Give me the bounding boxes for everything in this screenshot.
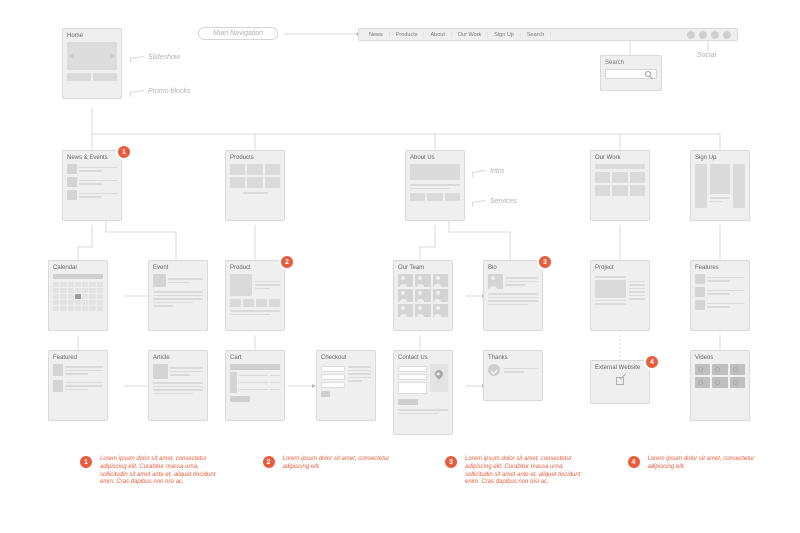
page-title: Checkout [321,355,371,361]
search-popup: Search [600,55,662,91]
footnote-3: 3Lorem ipsum dolor sit amet, consectetur… [445,456,588,487]
page-title: Cart [230,355,280,361]
page-title: Event [153,265,203,271]
page-cart[interactable]: Cart [225,350,285,421]
footnotes: 1Lorem ipsum dolor sit amet, consectetur… [80,456,770,487]
social-icons [687,31,733,39]
page-project[interactable]: Project [590,260,650,331]
page-title: Features [695,265,745,271]
page-title: About Us [410,155,460,161]
page-bio[interactable]: Bio [483,260,543,331]
badge-4: 4 [646,356,658,368]
page-contact-us[interactable]: Contact Us [393,350,453,435]
page-thanks[interactable]: Thanks [483,350,543,401]
badge-1: 1 [118,146,130,158]
annotation-services: Services [472,198,517,205]
footnote-1: 1Lorem ipsum dolor sit amet, consectetur… [80,456,223,487]
badge-2: 2 [281,256,293,268]
search-icon [645,71,651,77]
check-icon [488,364,500,376]
page-title: News & Events [67,155,117,161]
search-popup-title: Search [605,60,657,66]
social-label: Social [697,52,716,59]
footnote-4: 4Lorem ipsum dolor sit amet, consectetur… [628,456,771,487]
nav-item-news[interactable]: News [363,32,390,38]
chevron-left-icon [70,53,74,59]
page-title: Bio [488,265,538,271]
main-navigation-bar: News Products About Our Work Sign Up Sea… [358,28,738,41]
page-our-team[interactable]: Our Team [393,260,453,331]
chevron-right-icon [110,53,114,59]
page-calendar[interactable]: Calendar [48,260,108,331]
annotation-slideshow: Slideshow [130,54,180,61]
page-product[interactable]: Product [225,260,285,331]
page-title: Contact Us [398,355,448,361]
page-sign-up[interactable]: Sign Up [690,150,750,221]
page-article[interactable]: Article [148,350,208,421]
external-link-icon [614,375,626,387]
page-title: Featured [53,355,103,361]
main-navigation-caption: Main Navigation [198,27,278,40]
page-event[interactable]: Event [148,260,208,331]
badge-3: 3 [539,256,551,268]
page-products[interactable]: Products [225,150,285,221]
page-our-work[interactable]: Our Work [590,150,650,221]
page-about-us[interactable]: About Us [405,150,465,221]
page-features[interactable]: Features [690,260,750,331]
page-videos[interactable]: Videos [690,350,750,421]
play-icon [698,367,703,372]
page-title: Videos [695,355,745,361]
page-title: Article [153,355,203,361]
page-title: Calendar [53,265,103,271]
annotation-intro: Intro [472,168,504,175]
footnote-2: 2Lorem ipsum dolor sit amet, consectetur… [263,456,406,487]
map-pin-icon [433,368,444,379]
page-title: Sign Up [695,155,745,161]
page-news-events[interactable]: News & Events [62,150,122,221]
page-title: Product [230,265,280,271]
page-home[interactable]: Home [62,28,122,99]
nav-item-ourwork[interactable]: Our Work [452,32,488,38]
page-external-website[interactable]: External Website [590,360,650,404]
nav-item-signup[interactable]: Sign Up [488,32,521,38]
page-title-home: Home [67,33,117,39]
nav-item-search[interactable]: Search [521,32,551,38]
page-title: Thanks [488,355,538,361]
page-checkout[interactable]: Checkout [316,350,376,421]
page-title: Products [230,155,280,161]
page-title: External Website [595,365,645,371]
nav-item-products[interactable]: Products [390,32,425,38]
nav-item-about[interactable]: About [424,32,451,38]
page-title: Project [595,265,645,271]
annotation-promo: Promo blocks [130,88,190,95]
search-input[interactable] [605,69,657,79]
page-title: Our Team [398,265,448,271]
page-featured[interactable]: Featured [48,350,108,421]
page-title: Our Work [595,155,645,161]
